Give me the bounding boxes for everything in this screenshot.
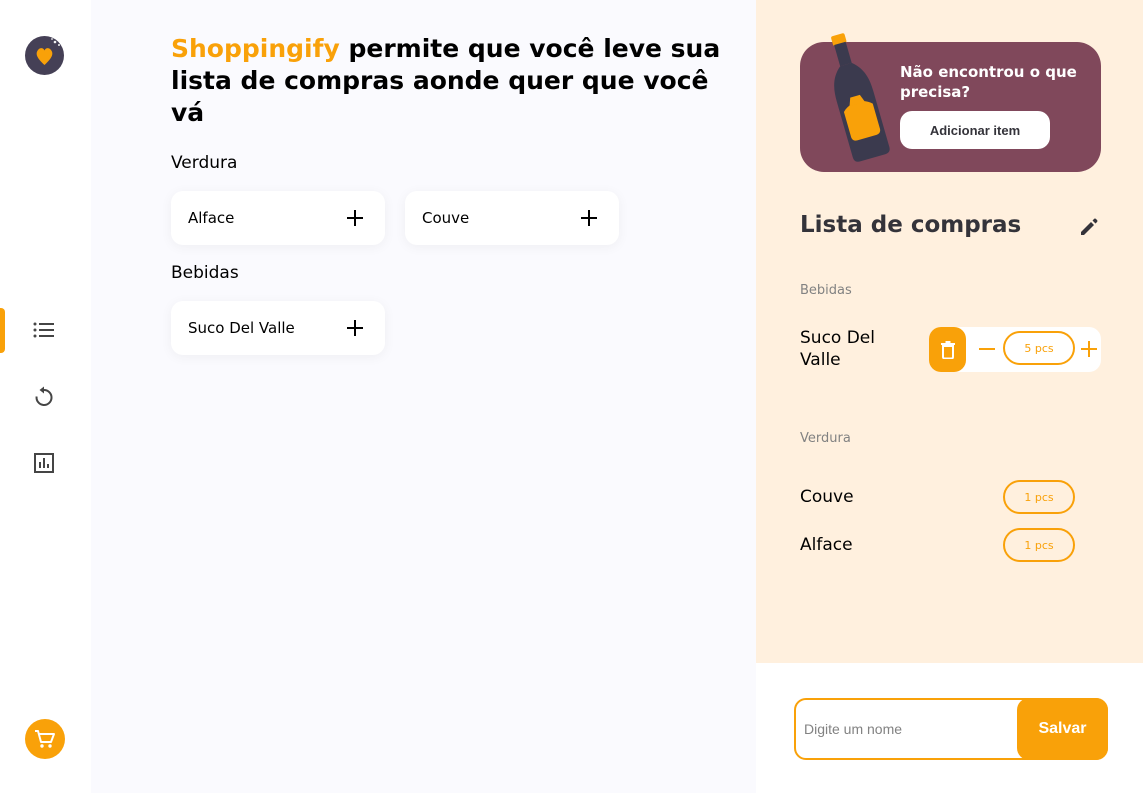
history-icon[interactable] bbox=[28, 381, 60, 413]
delete-icon[interactable] bbox=[929, 327, 966, 372]
shopping-list-panel: Não encontrou o que precisa? Adicionar i… bbox=[756, 0, 1143, 663]
main-content: Shoppingify permite que você leve sua li… bbox=[91, 0, 756, 793]
add-to-list-icon[interactable] bbox=[345, 318, 365, 338]
add-to-list-icon[interactable] bbox=[345, 208, 365, 228]
list-item-name: Couve bbox=[800, 487, 854, 507]
add-item-promo: Não encontrou o que precisa? Adicionar i… bbox=[800, 33, 1101, 172]
list-category-verdura: Verdura bbox=[800, 431, 851, 446]
save-button[interactable]: Salvar bbox=[1017, 698, 1108, 760]
item-card-alface[interactable]: Alface bbox=[171, 191, 385, 245]
quantity-badge[interactable]: 1 pcs bbox=[1003, 480, 1075, 514]
list-category-bebidas: Bebidas bbox=[800, 283, 852, 298]
logo-icon[interactable] bbox=[25, 36, 64, 75]
list-name-form: Salvar bbox=[794, 698, 1108, 760]
list-item-name: Suco Del Valle bbox=[800, 328, 875, 370]
item-name: Couve bbox=[422, 209, 470, 227]
sidebar bbox=[0, 0, 91, 793]
active-nav-indicator bbox=[0, 308, 5, 353]
item-name: Suco Del Valle bbox=[188, 319, 295, 337]
category-title-verdura: Verdura bbox=[171, 153, 238, 173]
brand-name: Shoppingify bbox=[171, 34, 340, 63]
promo-text: Não encontrou o que precisa? bbox=[900, 63, 1077, 101]
add-to-list-icon[interactable] bbox=[579, 208, 599, 228]
list-name-input[interactable] bbox=[804, 710, 1014, 748]
item-card-suco-del-valle[interactable]: Suco Del Valle bbox=[171, 301, 385, 355]
list-name-bar: Salvar bbox=[756, 663, 1143, 793]
list-item-name: Alface bbox=[800, 535, 853, 555]
quantity-badge[interactable]: 5 pcs bbox=[1003, 331, 1075, 365]
add-item-button[interactable]: Adicionar item bbox=[900, 111, 1050, 149]
category-title-bebidas: Bebidas bbox=[171, 263, 239, 283]
decrease-quantity-icon[interactable] bbox=[977, 339, 997, 359]
item-name: Alface bbox=[188, 209, 235, 227]
page-headline: Shoppingify permite que você leve sua li… bbox=[171, 33, 731, 129]
increase-quantity-icon[interactable] bbox=[1079, 339, 1099, 359]
quantity-editor: 5 pcs bbox=[929, 327, 1101, 372]
bottle-icon bbox=[831, 33, 890, 162]
item-card-couve[interactable]: Couve bbox=[405, 191, 619, 245]
edit-icon[interactable] bbox=[1076, 214, 1102, 240]
quantity-badge[interactable]: 1 pcs bbox=[1003, 528, 1075, 562]
cart-icon[interactable] bbox=[25, 719, 65, 759]
shopping-list-title: Lista de compras bbox=[800, 212, 1022, 238]
statistics-icon[interactable] bbox=[28, 447, 60, 479]
list-icon[interactable] bbox=[28, 314, 60, 346]
